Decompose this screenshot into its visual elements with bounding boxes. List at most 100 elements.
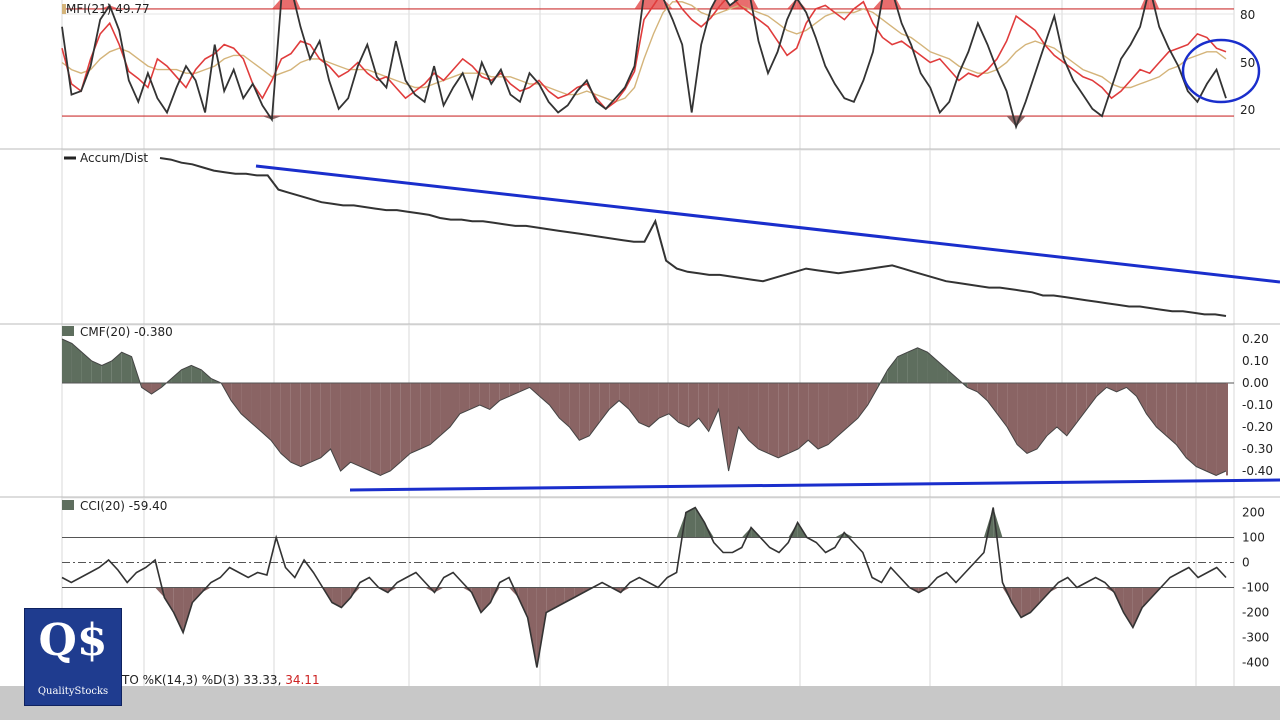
cmf-tick-label: 0.00 bbox=[1242, 376, 1269, 390]
cmf-negative-fill bbox=[430, 383, 441, 445]
cmf-negative-fill bbox=[1106, 383, 1117, 392]
cmf-negative-fill bbox=[1196, 383, 1207, 471]
cmf-negative-fill bbox=[519, 383, 530, 392]
cmf-tick-label: -0.10 bbox=[1242, 398, 1273, 412]
cmf-negative-fill bbox=[330, 383, 341, 471]
accum-dist-panel bbox=[159, 157, 1227, 317]
cmf-negative-fill bbox=[400, 383, 411, 463]
cmf-legend-swatch bbox=[62, 326, 74, 336]
cmf-negative-fill bbox=[658, 383, 669, 419]
cmf-positive-fill bbox=[201, 369, 212, 383]
qualitystocks-logo: Q$ QualityStocks bbox=[24, 608, 122, 706]
cmf-negative-fill bbox=[549, 383, 560, 419]
mfi-oversold-fill bbox=[271, 116, 282, 120]
cmf-positive-fill bbox=[917, 347, 928, 383]
cmf-negative-fill bbox=[589, 383, 600, 436]
cmf-negative-fill bbox=[370, 383, 381, 476]
cci-oversold-fill bbox=[1142, 587, 1152, 608]
cmf-negative-fill bbox=[1216, 383, 1226, 476]
mfi-panel bbox=[61, 0, 1234, 130]
cmf-negative-fill bbox=[310, 383, 321, 463]
cmf-label: CMF(20) -0.380 bbox=[80, 325, 173, 339]
cmf-negative-fill bbox=[300, 383, 311, 467]
mfi-overbought-fill bbox=[882, 0, 893, 9]
sto-label-prefix: TO %K(14,3) %D(3) 33.33, bbox=[122, 673, 282, 687]
cmf-negative-fill bbox=[459, 383, 470, 414]
mfi-tick-20: 20 bbox=[1240, 103, 1255, 117]
cmf-negative-fill bbox=[241, 383, 252, 423]
cmf-tick-label: -0.40 bbox=[1242, 464, 1273, 478]
cmf-negative-fill bbox=[818, 383, 829, 449]
cmf-ticks: 0.20 0.10 0.00 -0.10 -0.20 -0.30 -0.40 bbox=[1242, 332, 1273, 478]
cmf-negative-fill bbox=[808, 383, 819, 449]
cmf-negative-fill bbox=[1166, 383, 1177, 445]
cmf-positive-fill bbox=[887, 356, 898, 383]
cmf-negative-fill bbox=[579, 383, 590, 441]
cmf-negative-fill bbox=[1116, 383, 1127, 392]
cmf-negative-fill bbox=[320, 383, 331, 458]
cmf-negative-fill bbox=[380, 383, 391, 476]
cci-tick-label: -400 bbox=[1242, 656, 1269, 670]
cmf-positive-fill bbox=[71, 343, 82, 383]
cmf-negative-fill bbox=[688, 383, 699, 427]
cmf-negative-fill bbox=[280, 383, 291, 463]
cci-oversold-fill bbox=[341, 587, 351, 608]
logo-text: QualityStocks bbox=[37, 686, 109, 697]
cci-tick-label: 100 bbox=[1242, 531, 1265, 545]
cci-label: CCI(20) -59.40 bbox=[80, 499, 167, 513]
cci-legend-swatch bbox=[62, 500, 74, 510]
cci-tick-label: -100 bbox=[1242, 581, 1269, 595]
cmf-negative-fill bbox=[1017, 383, 1028, 454]
bottom-bar bbox=[0, 686, 1280, 720]
cmf-panel bbox=[61, 326, 1234, 476]
cci-tick-label: 0 bbox=[1242, 556, 1250, 570]
sto-label: TO %K(14,3) %D(3) 33.33, 34.11 bbox=[122, 673, 320, 687]
chart-stage: MFI(21) 49.77 80 50 20 Accum/Dist CMF(20… bbox=[0, 0, 1280, 686]
cmf-negative-fill bbox=[748, 383, 759, 449]
cci-tick-label: -200 bbox=[1242, 606, 1269, 620]
cmf-positive-fill bbox=[62, 339, 72, 383]
cci-oversold-fill bbox=[1030, 587, 1040, 613]
cci-oversold-fill bbox=[1123, 587, 1133, 628]
cmf-negative-fill bbox=[290, 383, 301, 467]
cci-ticks: 200 100 0 -100 -200 -300 -400 bbox=[1242, 506, 1269, 670]
cmf-negative-fill bbox=[778, 383, 789, 458]
cmf-negative-fill bbox=[231, 383, 242, 414]
logo-mark: Q$ bbox=[38, 615, 108, 666]
accum-dist-line bbox=[159, 157, 1227, 317]
cmf-negative-fill bbox=[768, 383, 779, 458]
cmf-negative-fill bbox=[728, 383, 739, 471]
cmf-negative-fill bbox=[1036, 383, 1047, 449]
cmf-negative-fill bbox=[1096, 383, 1107, 397]
cmf-negative-fill bbox=[1086, 383, 1097, 410]
cmf-negative-fill bbox=[798, 383, 809, 449]
cmf-negative-fill bbox=[410, 383, 421, 454]
cci-oversold-fill bbox=[1132, 587, 1143, 628]
accum-dist-trendline bbox=[255, 164, 1280, 284]
cmf-negative-fill bbox=[1206, 383, 1217, 476]
cmf-negative-fill bbox=[260, 383, 271, 441]
mfi-overbought-fill bbox=[281, 0, 291, 9]
cmf-negative-fill bbox=[977, 383, 988, 401]
cmf-negative-fill bbox=[559, 383, 570, 427]
cmf-negative-fill bbox=[967, 383, 978, 392]
cmf-positive-fill bbox=[937, 361, 948, 383]
cmf-negative-fill bbox=[569, 383, 580, 441]
cmf-positive-fill bbox=[121, 352, 132, 383]
cmf-negative-fill bbox=[340, 383, 351, 471]
cmf-negative-fill bbox=[847, 383, 858, 427]
cmf-negative-fill bbox=[708, 383, 719, 432]
cmf-last-bar bbox=[1226, 383, 1228, 476]
sto-label-value: 34.11 bbox=[285, 673, 320, 687]
cmf-support-trendline bbox=[349, 478, 1280, 492]
cci-oversold-fill bbox=[1011, 587, 1022, 618]
mfi-tick-80: 80 bbox=[1240, 8, 1255, 22]
accum-dist-label: Accum/Dist bbox=[80, 151, 148, 165]
cmf-negative-fill bbox=[738, 383, 749, 441]
cci-overbought-fill bbox=[695, 507, 705, 538]
cmf-positive-fill bbox=[907, 347, 918, 383]
cmf-negative-fill bbox=[539, 383, 550, 405]
cci-tick-label: 200 bbox=[1242, 506, 1265, 520]
cmf-negative-fill bbox=[987, 383, 998, 414]
cmf-negative-fill bbox=[390, 383, 401, 471]
